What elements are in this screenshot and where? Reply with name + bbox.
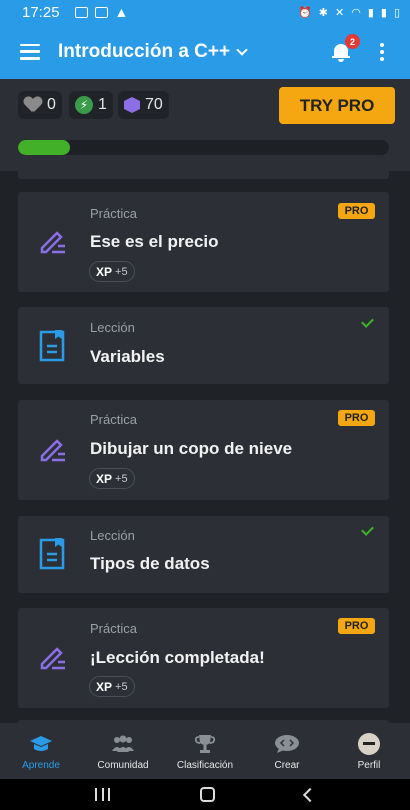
nav-item-perfil[interactable]: Perfil bbox=[328, 723, 410, 779]
notification-badge: 2 bbox=[345, 34, 360, 49]
pro-badge: PRO bbox=[338, 618, 375, 634]
card-type: Práctica bbox=[90, 412, 137, 427]
menu-icon[interactable] bbox=[20, 43, 40, 60]
bottom-navigation: Aprende Comunidad Clasificación Crear Pe… bbox=[0, 723, 410, 779]
list-item-lesson[interactable]: Lección Tipos de datos bbox=[18, 516, 389, 593]
card-type: Lección bbox=[90, 528, 135, 543]
lightning-icon: ⚡ bbox=[75, 96, 93, 114]
list-item-practice[interactable]: Práctica Ese es el precio XP +5 PRO bbox=[18, 192, 389, 292]
app-logo-icon: ▲ bbox=[114, 4, 129, 20]
xp-badge: XP +5 bbox=[89, 468, 135, 489]
nav-item-clasificacion[interactable]: Clasificación bbox=[164, 723, 246, 779]
xp-badge: XP +5 bbox=[89, 261, 135, 282]
alarm-icon: ⏰ bbox=[298, 6, 312, 19]
pencil-icon bbox=[40, 439, 65, 462]
bluetooth-icon: ✱ bbox=[318, 6, 328, 19]
status-bar: 17:25 ▲ ⏰ ✱ ✕ ◠ ▮ ▮ ▯ bbox=[0, 0, 410, 24]
battery-icon: ▯ bbox=[393, 6, 400, 19]
course-progress-bar bbox=[18, 140, 389, 155]
pencil-icon bbox=[40, 647, 65, 670]
course-title: Introducción a C++ bbox=[58, 40, 231, 62]
app-bar: Introducción a C++ 2 bbox=[0, 24, 410, 79]
nav-item-aprende[interactable]: Aprende bbox=[0, 723, 82, 779]
list-item-practice[interactable]: Práctica ¡Lección completada! XP +5 PRO bbox=[18, 608, 389, 708]
pro-badge: PRO bbox=[338, 203, 375, 219]
people-icon bbox=[110, 733, 136, 755]
more-options-icon[interactable] bbox=[380, 43, 384, 61]
pro-badge: PRO bbox=[338, 410, 375, 426]
card-title: Tipos de datos bbox=[90, 554, 210, 573]
nav-label: Crear bbox=[274, 760, 300, 771]
graduation-cap-icon bbox=[29, 733, 53, 755]
checkmark-icon bbox=[361, 315, 374, 328]
list-item-previous[interactable] bbox=[18, 171, 389, 179]
streak-chip[interactable]: ⚡ 1 bbox=[69, 91, 113, 119]
list-item-lesson[interactable]: Lección Variables bbox=[18, 307, 389, 384]
nav-item-crear[interactable]: Crear bbox=[246, 723, 328, 779]
card-title: Ese es el precio bbox=[90, 232, 219, 251]
code-bubble-icon bbox=[274, 733, 300, 755]
signal-icon: ▮ bbox=[367, 6, 374, 19]
card-title: ¡Lección completada! bbox=[90, 648, 265, 667]
trophy-icon bbox=[194, 733, 216, 755]
streak-count: 1 bbox=[98, 96, 107, 113]
course-selector[interactable]: Introducción a C++ bbox=[58, 40, 248, 63]
document-icon bbox=[39, 538, 65, 570]
list-item-practice[interactable]: Práctica Dibujar un copo de nieve XP +5 P… bbox=[18, 400, 389, 500]
back-icon[interactable] bbox=[302, 787, 318, 802]
course-progress-fill bbox=[18, 140, 70, 155]
chevron-down-icon bbox=[236, 43, 248, 56]
card-title: Variables bbox=[90, 347, 165, 366]
card-type: Práctica bbox=[90, 206, 137, 221]
nav-item-comunidad[interactable]: Comunidad bbox=[82, 723, 164, 779]
status-left: 17:25 ▲ bbox=[22, 4, 128, 21]
nav-label: Aprende bbox=[22, 760, 60, 771]
wifi-icon: ◠ bbox=[351, 6, 361, 19]
heart-icon bbox=[24, 97, 42, 113]
pencil-icon bbox=[40, 231, 65, 254]
home-icon[interactable] bbox=[200, 787, 215, 802]
mute-icon: ✕ bbox=[334, 6, 345, 19]
xp-badge: XP +5 bbox=[89, 676, 135, 697]
system-navigation-bar bbox=[0, 779, 410, 810]
image-icon bbox=[94, 6, 108, 18]
lesson-list[interactable]: Práctica Ese es el precio XP +5 PRO Lecci… bbox=[0, 171, 410, 723]
stats-bar: 0 ⚡ 1 70 TRY PRO bbox=[0, 79, 410, 171]
nav-label: Comunidad bbox=[97, 760, 149, 771]
status-time: 17:25 bbox=[22, 3, 60, 21]
avatar bbox=[358, 733, 380, 755]
gems-chip[interactable]: 70 bbox=[118, 91, 169, 119]
hearts-chip[interactable]: 0 bbox=[18, 91, 62, 119]
card-type: Práctica bbox=[90, 621, 137, 636]
hearts-count: 0 bbox=[47, 96, 56, 113]
status-right: ⏰ ✱ ✕ ◠ ▮ ▮ ▯ bbox=[298, 6, 400, 19]
nav-label: Clasificación bbox=[176, 760, 234, 771]
signal-icon-2: ▮ bbox=[380, 6, 387, 19]
document-icon bbox=[39, 330, 65, 362]
checkmark-icon bbox=[361, 523, 374, 536]
nav-label: Perfil bbox=[357, 760, 381, 771]
recent-apps-icon[interactable] bbox=[95, 788, 110, 801]
gem-icon bbox=[124, 97, 140, 113]
notification-icon bbox=[74, 6, 88, 18]
try-pro-button[interactable]: TRY PRO bbox=[279, 87, 395, 124]
gems-count: 70 bbox=[145, 96, 163, 113]
card-type: Lección bbox=[90, 320, 135, 335]
card-title: Dibujar un copo de nieve bbox=[90, 439, 293, 458]
